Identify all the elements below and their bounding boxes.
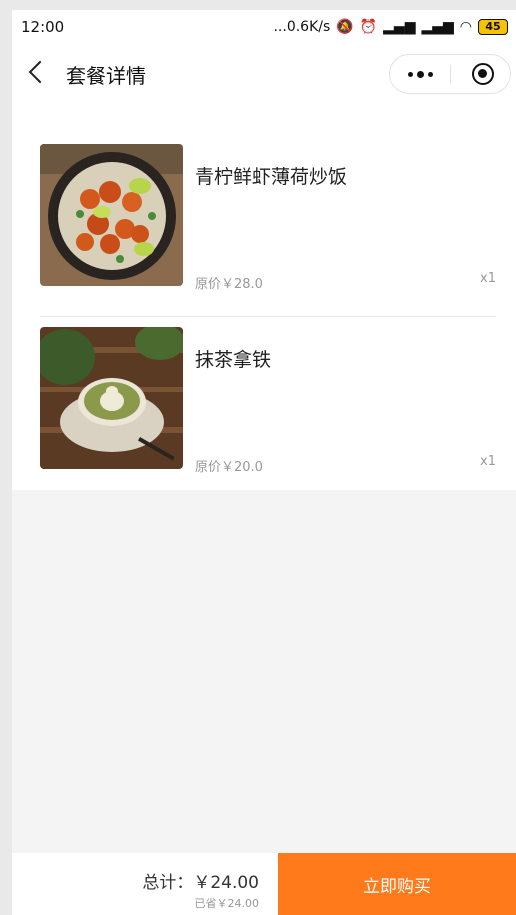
status-time: 12:00 [21, 18, 65, 36]
shrimp-fried-rice-photo [40, 144, 183, 286]
item-name: 青柠鲜虾薄荷炒饭 [195, 166, 348, 188]
status-icons: ...0.6K/s 🔕 ⏰ ▂▄▆ ▂▄▆ ◠ 45 [273, 19, 508, 35]
target-icon[interactable] [472, 63, 494, 85]
item-original-price: 原价￥28.0 [195, 277, 263, 292]
phone-screen: 12:00 ...0.6K/s 🔕 ⏰ ▂▄▆ ▂▄▆ ◠ 45 套餐详情 青柠… [12, 10, 516, 915]
signal-icon: ▂▄▆ [383, 19, 416, 35]
network-speed: ...0.6K/s [273, 19, 331, 35]
mute-icon: 🔕 [336, 19, 354, 35]
item-quantity: x1 [480, 271, 496, 286]
battery-icon: 45 [478, 19, 508, 35]
nav-bar: 套餐详情 [12, 44, 516, 104]
list-item[interactable]: 抹茶拿铁 原价￥20.0 x1 [12, 317, 516, 477]
item-quantity: x1 [480, 454, 496, 469]
more-icon[interactable] [390, 55, 450, 93]
total-price: 总计：￥24.00 [142, 873, 259, 893]
buy-now-button[interactable]: 立即购买 [278, 853, 516, 915]
page-title: 套餐详情 [66, 64, 146, 88]
matcha-latte-photo [40, 327, 183, 469]
mini-program-capsule [389, 54, 511, 94]
hd-signal-icon: ▂▄▆ [421, 19, 454, 35]
saved-amount: 已省￥24.00 [194, 897, 260, 910]
wifi-icon: ◠ [459, 19, 472, 35]
bottom-bar: 总计：￥24.00 已省￥24.00 立即购买 [12, 853, 516, 915]
status-bar: 12:00 ...0.6K/s 🔕 ⏰ ▂▄▆ ▂▄▆ ◠ 45 [12, 10, 516, 44]
alarm-icon: ⏰ [359, 19, 378, 35]
item-name: 抹茶拿铁 [195, 349, 272, 371]
list-item[interactable]: 青柠鲜虾薄荷炒饭 原价￥28.0 x1 [12, 104, 516, 292]
back-icon[interactable] [28, 60, 52, 84]
package-item-list: 青柠鲜虾薄荷炒饭 原价￥28.0 x1 抹茶拿铁 原价￥20.0 x1 [12, 104, 516, 490]
item-original-price: 原价￥20.0 [195, 460, 263, 475]
capsule-divider [450, 65, 451, 83]
